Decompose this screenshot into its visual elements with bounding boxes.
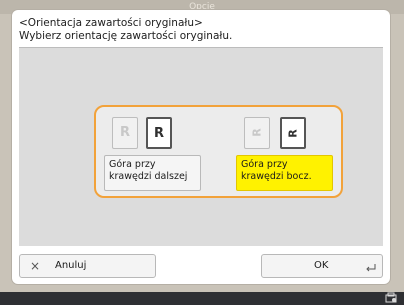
ok-label: OK [314, 260, 329, 271]
enter-icon [366, 264, 376, 272]
cancel-label: Anuluj [55, 260, 87, 271]
rotated-page-icon: R [280, 117, 306, 149]
orientation-dialog: <Orientacja zawartości oryginału> Wybier… [12, 10, 390, 284]
option-label: Góra przy krawędzi dalszej [104, 155, 201, 191]
options-group: R R Góra przy krawędzi dalszej R R Góra … [94, 105, 343, 198]
original-glyph: R [119, 125, 130, 140]
option-label-line2: krawędzi bocz. [241, 171, 312, 182]
option-label-line1: Góra przy [241, 159, 288, 170]
option-label-line1: Góra przy [109, 159, 156, 170]
option-top-side-edge[interactable]: R R Góra przy krawędzi bocz. [236, 115, 333, 191]
dialog-title: <Orientacja zawartości oryginału> [19, 17, 203, 29]
upright-page-icon: R [146, 117, 172, 149]
status-bar [0, 292, 404, 305]
options-area: R R Góra przy krawędzi dalszej R R Góra … [19, 47, 383, 246]
rotated-glyph: R [286, 129, 300, 138]
dialog-instruction: Wybierz orientację zawartości oryginału. [19, 30, 233, 42]
original-page-icon: R [112, 117, 138, 149]
original-page-icon: R [244, 117, 270, 149]
original-rotated-glyph: R [250, 128, 264, 137]
option-label-line2: krawędzi dalszej [109, 171, 188, 182]
option-top-far-edge[interactable]: R R Góra przy krawędzi dalszej [104, 115, 201, 191]
option-label-selected: Góra przy krawędzi bocz. [236, 155, 333, 191]
ok-button[interactable]: OK [261, 254, 383, 278]
upright-glyph: R [153, 126, 164, 141]
cancel-button[interactable]: × Anuluj [19, 254, 156, 278]
close-icon: × [30, 259, 41, 273]
device-status-icon[interactable] [384, 292, 398, 304]
